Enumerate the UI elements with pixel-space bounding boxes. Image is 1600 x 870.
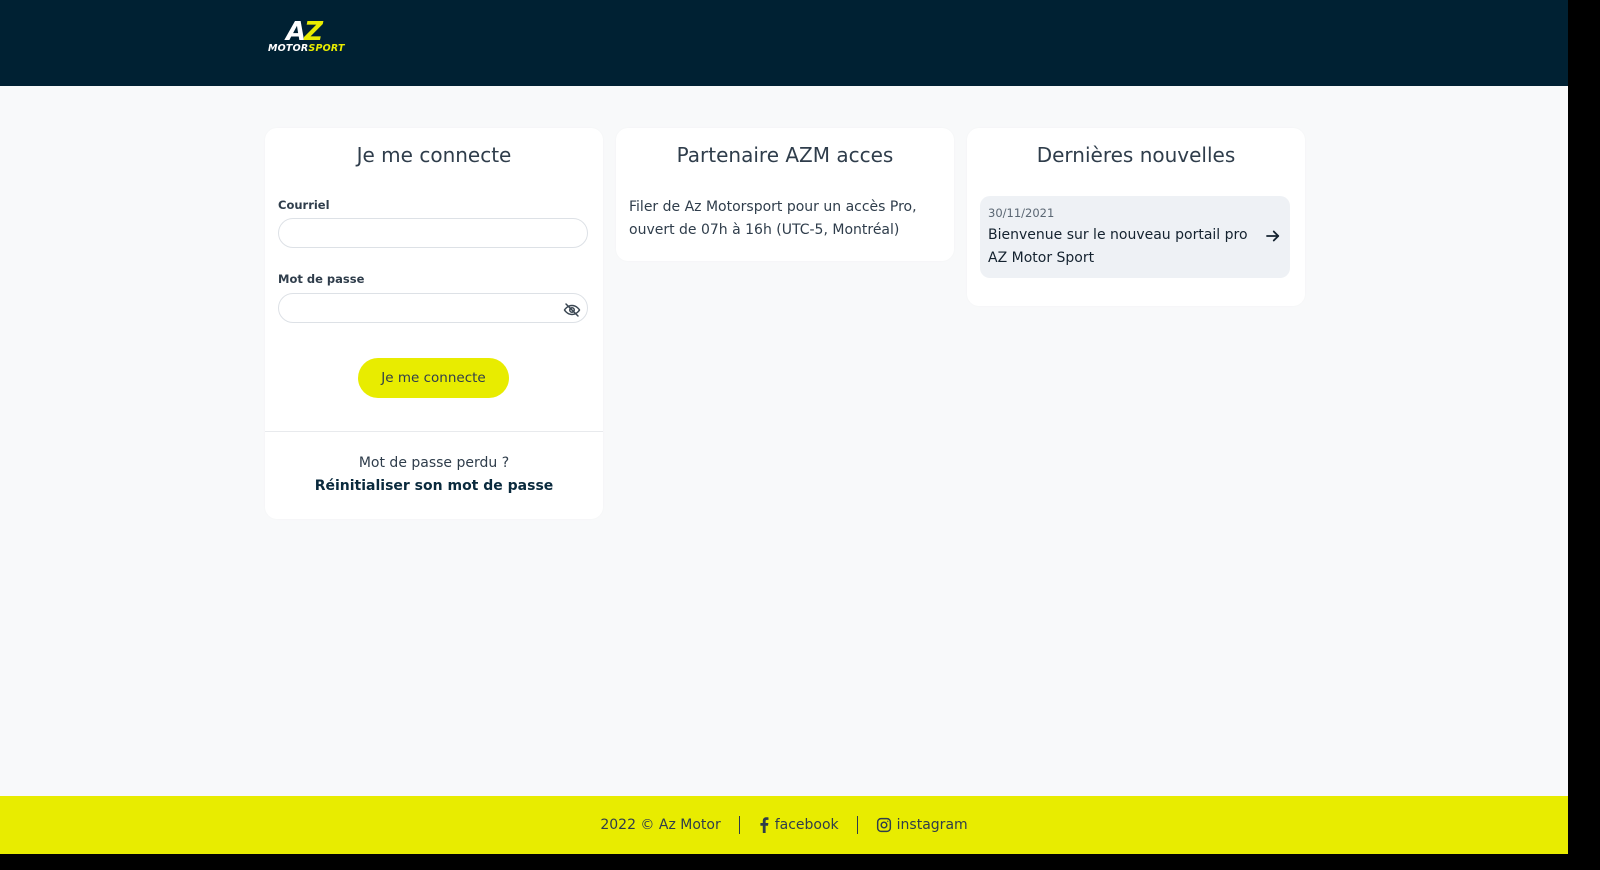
instagram-link[interactable]: instagram bbox=[876, 817, 968, 833]
partner-description: Filer de Az Motorsport pour un accès Pro… bbox=[629, 199, 917, 238]
login-button[interactable]: Je me connecte bbox=[358, 358, 509, 398]
login-title: Je me connecte bbox=[356, 143, 512, 167]
email-label: Courriel bbox=[278, 198, 330, 212]
partner-access-card: Partenaire AZM acces Filer de Az Motorsp… bbox=[616, 128, 954, 261]
footer-separator bbox=[738, 816, 740, 834]
email-field[interactable] bbox=[278, 218, 588, 248]
partner-title: Partenaire AZM acces bbox=[676, 143, 894, 167]
latest-news-card: Dernières nouvelles 30/11/2021 Bienvenue… bbox=[967, 128, 1305, 306]
facebook-link[interactable]: facebook bbox=[758, 817, 839, 833]
logo-monogram: AZ bbox=[286, 17, 323, 47]
footer-separator bbox=[856, 816, 858, 834]
facebook-icon bbox=[760, 817, 769, 833]
footer-copyright: 2022 © Az Motor bbox=[600, 817, 721, 833]
reset-password-link[interactable]: Réinitialiser son mot de passe bbox=[265, 478, 603, 494]
lost-password-text: Mot de passe perdu ? bbox=[358, 455, 510, 471]
eye-slash-icon[interactable] bbox=[563, 301, 581, 319]
news-headline: Bienvenue sur le nouveau portail pro AZ … bbox=[988, 227, 1248, 266]
password-field[interactable] bbox=[278, 293, 588, 323]
logo-wordmark: MOTORSPORT bbox=[268, 43, 345, 54]
arrow-right-icon bbox=[1264, 227, 1282, 245]
news-title: Dernières nouvelles bbox=[1036, 143, 1236, 167]
footer-content: 2022 © Az Motor facebook instagram bbox=[0, 796, 1568, 854]
password-label: Mot de passe bbox=[278, 272, 365, 286]
card-divider bbox=[265, 431, 603, 432]
news-date: 30/11/2021 bbox=[988, 206, 1055, 220]
login-card: Je me connecte Courriel Mot de passe Je … bbox=[265, 128, 603, 519]
instagram-icon bbox=[876, 817, 891, 833]
instagram-label: instagram bbox=[896, 817, 968, 833]
footer: 2022 © Az Motor facebook instagram bbox=[0, 796, 1568, 854]
az-motorsport-logo[interactable]: AZ MOTORSPORT bbox=[268, 18, 372, 58]
news-item[interactable]: 30/11/2021 Bienvenue sur le nouveau port… bbox=[980, 196, 1290, 278]
top-navigation-bar: AZ MOTORSPORT bbox=[0, 0, 1568, 86]
browser-viewport: AZ MOTORSPORT Je me connecte Courriel Mo… bbox=[0, 0, 1568, 854]
facebook-label: facebook bbox=[774, 817, 839, 833]
